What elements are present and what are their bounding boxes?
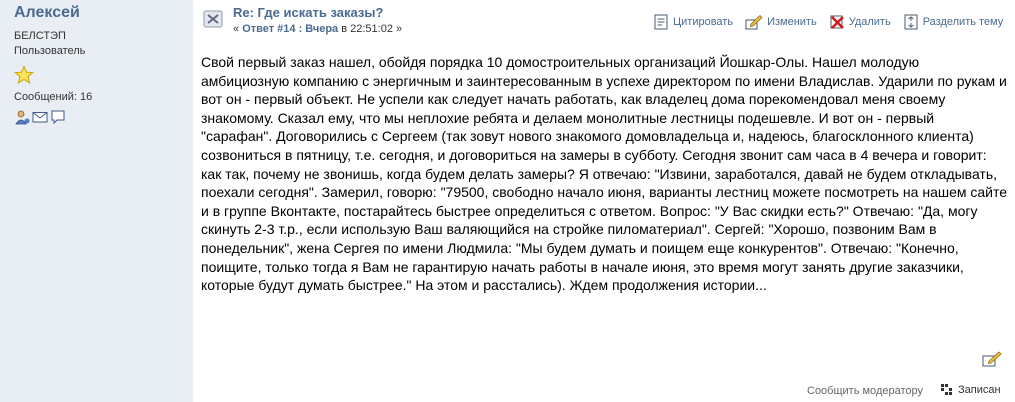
author-role: Пользователь bbox=[14, 45, 86, 57]
quote-label: Цитировать bbox=[673, 16, 734, 28]
split-label: Разделить тему bbox=[922, 16, 1004, 28]
user-icons bbox=[14, 109, 193, 125]
delete-icon bbox=[830, 15, 844, 29]
post-meta-prefix: « bbox=[233, 23, 243, 35]
post-answer-label[interactable]: Ответ #14 : Вчера bbox=[242, 23, 338, 35]
post-count: Сообщений: 16 bbox=[14, 91, 93, 103]
quote-icon bbox=[654, 14, 668, 30]
message-icon[interactable] bbox=[50, 109, 66, 125]
author-name[interactable]: Алексей bbox=[14, 4, 193, 22]
delete-button[interactable]: Удалить bbox=[829, 14, 891, 30]
post-meta: « Ответ #14 : Вчера в 22:51:02 » bbox=[233, 23, 402, 35]
quote-button[interactable]: Цитировать bbox=[653, 14, 733, 30]
edit-icon bbox=[745, 14, 763, 30]
edit-label: Изменить bbox=[767, 16, 817, 28]
post-header: Re: Где искать заказы? « Ответ #14 : Вче… bbox=[193, 0, 1015, 40]
post-actions: Цитировать Изменить Удалить Разделить те… bbox=[653, 14, 1003, 30]
logged-label: Записан bbox=[958, 384, 1001, 396]
post-time: в 22:51:02 » bbox=[338, 23, 403, 35]
split-icon bbox=[904, 14, 918, 30]
report-to-moderator-link[interactable]: Сообщить модератору bbox=[807, 385, 923, 397]
ip-logged-icon bbox=[941, 384, 952, 395]
author-group: БЕЛСТЭП bbox=[14, 30, 66, 42]
rank-star-icon bbox=[14, 65, 34, 84]
post-container: Re: Где искать заказы? « Ответ #14 : Вче… bbox=[193, 0, 1015, 402]
post-type-icon bbox=[203, 10, 223, 28]
post-body: Свой первый заказ нашел, обойдя порядка … bbox=[201, 54, 1008, 294]
post-title[interactable]: Re: Где искать заказы? bbox=[233, 5, 383, 20]
delete-label: Удалить bbox=[848, 16, 891, 28]
logged-status: Записан bbox=[940, 383, 1001, 397]
edit-button[interactable]: Изменить bbox=[745, 14, 817, 30]
modify-icon[interactable] bbox=[982, 350, 1002, 368]
split-topic-button[interactable]: Разделить тему bbox=[903, 14, 1004, 30]
poster-sidebar: Алексей БЕЛСТЭП Пользователь Сообщений: … bbox=[0, 0, 193, 402]
email-icon[interactable] bbox=[32, 109, 48, 125]
profile-icon[interactable] bbox=[14, 109, 30, 125]
